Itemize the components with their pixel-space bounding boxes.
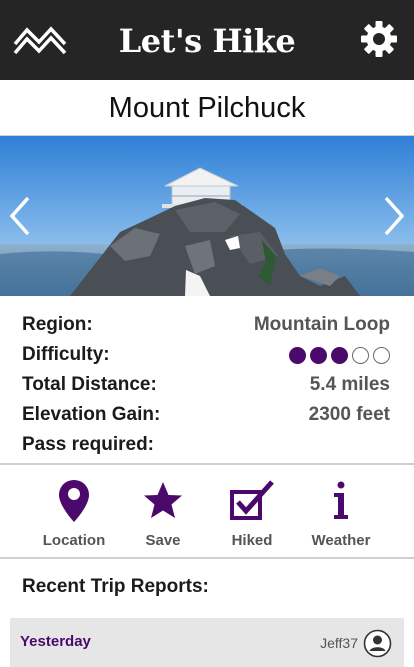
region-label: Region:: [22, 314, 93, 335]
weather-button[interactable]: Weather: [296, 478, 386, 549]
gear-icon[interactable]: [360, 20, 398, 58]
hiked-label: Hiked: [231, 532, 273, 549]
difficulty-dot-filled: [289, 347, 306, 364]
detail-distance: Total Distance: 5.4 miles: [22, 370, 392, 400]
distance-value: 5.4 miles: [309, 374, 390, 395]
app-title: Let's Hike: [118, 22, 296, 60]
region-value: Mountain Loop: [253, 314, 390, 335]
divider: [0, 557, 414, 559]
action-bar: Location Save Hiked Weather: [0, 478, 414, 556]
difficulty-dot-filled: [331, 347, 348, 364]
difficulty-dot-empty: [352, 347, 369, 364]
user-avatar-icon: [363, 629, 392, 658]
trail-photo: [0, 136, 414, 296]
difficulty-dot-filled: [310, 347, 327, 364]
weather-label: Weather: [311, 532, 371, 549]
star-icon: [144, 482, 182, 518]
distance-label: Total Distance:: [22, 374, 157, 395]
pass-label: Pass required:: [22, 434, 154, 455]
report-date: Yesterday: [20, 633, 91, 650]
trail-photo-carousel[interactable]: [0, 136, 414, 296]
save-label: Save: [145, 532, 181, 549]
checkbox-icon: [230, 480, 274, 520]
detail-pass: Pass required:: [22, 430, 392, 460]
location-pin-icon: [59, 480, 89, 522]
location-label: Location: [42, 532, 106, 549]
app-header: Let's Hike: [0, 0, 414, 80]
save-button[interactable]: Save: [118, 478, 208, 549]
difficulty-rating: [289, 347, 390, 364]
trail-details: Region: Mountain Loop Difficulty: Total …: [22, 310, 392, 460]
difficulty-dot-empty: [373, 347, 390, 364]
trail-name: Mount Pilchuck: [0, 80, 414, 136]
chevron-right-icon[interactable]: [380, 194, 408, 238]
divider: [0, 463, 414, 465]
info-icon: [334, 481, 348, 519]
report-author: Jeff37: [320, 635, 358, 651]
reports-heading: Recent Trip Reports:: [22, 576, 209, 597]
detail-difficulty: Difficulty:: [22, 340, 392, 370]
elevation-value: 2300 feet: [308, 404, 390, 425]
trip-report-item[interactable]: Yesterday Jeff37: [10, 618, 404, 667]
location-button[interactable]: Location: [29, 478, 119, 549]
detail-region: Region: Mountain Loop: [22, 310, 392, 340]
hiked-button[interactable]: Hiked: [207, 478, 297, 549]
detail-elevation: Elevation Gain: 2300 feet: [22, 400, 392, 430]
difficulty-label: Difficulty:: [22, 344, 110, 365]
elevation-label: Elevation Gain:: [22, 404, 161, 425]
chevron-left-icon[interactable]: [6, 194, 34, 238]
